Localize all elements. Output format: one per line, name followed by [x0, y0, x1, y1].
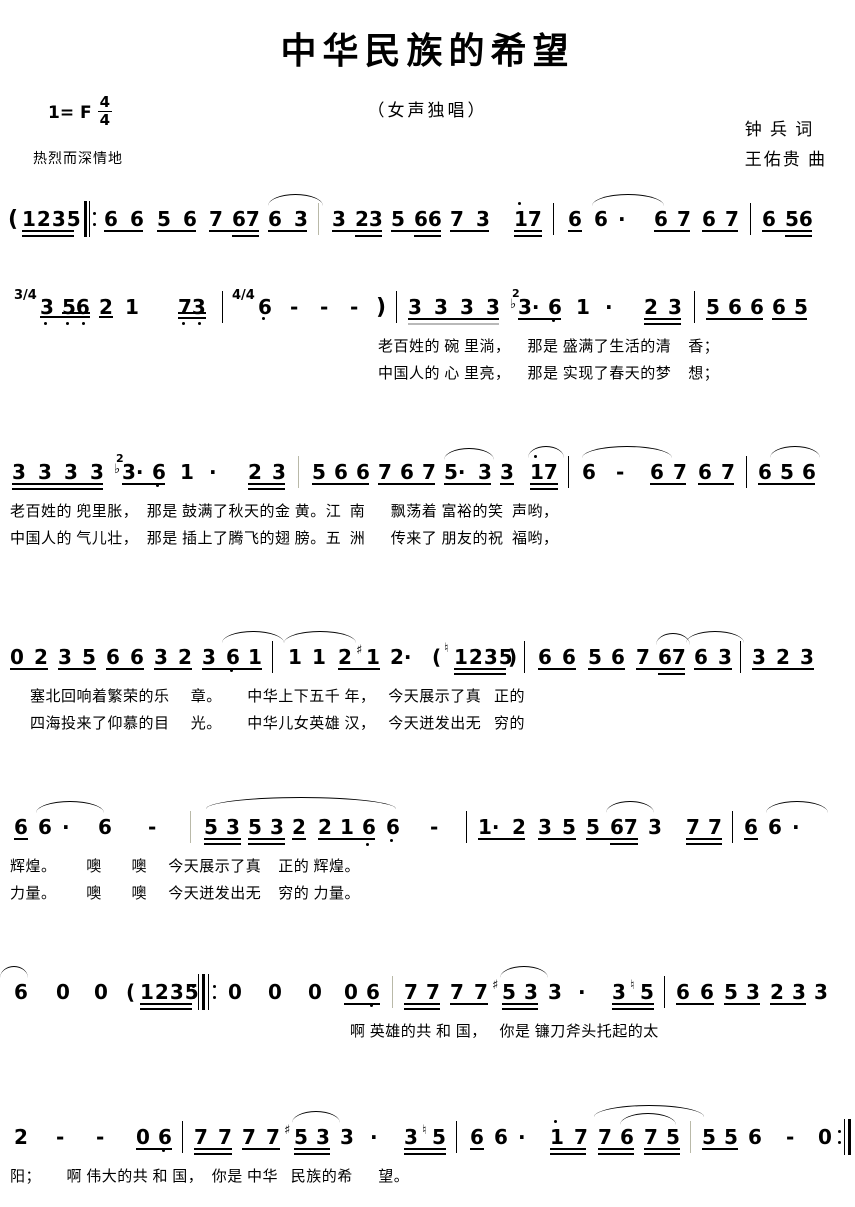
note-row-7: 2 - - 0 6 7 7 7 7 ♯ 5 3 3 · 3 ♮ 5 6 6 · … [0, 1105, 855, 1163]
barline [664, 976, 666, 1008]
note-row-5: 6 6 · 6 - 5 3 5 3 2 2 1 6 6 - 1· 2 3 5 5 [0, 797, 855, 853]
music-system-5: 6 6 · 6 - 5 3 5 3 2 2 1 6 6 - 1· 2 3 5 5 [0, 797, 855, 907]
lyric-row-4b: 四海投来了仰慕的目 光。 中华儿女英雄 汉， 今天迸发出无 穷的 [30, 716, 526, 732]
lyric-row-3a: 老百姓的 兜里胀， 那是 鼓满了秋天的金 黄。江 南 飘荡着 富裕的笑 声哟， [10, 504, 559, 520]
barline [694, 291, 696, 323]
key-label: 1= F [48, 102, 92, 123]
barline [190, 811, 192, 843]
barline [222, 291, 224, 323]
barline [466, 811, 468, 843]
music-system-6: 6 0 0 ( 1235 0 0 0 0 6 7 7 7 7 ♯ 5 3 3 ·… [0, 966, 855, 1045]
barline [456, 1121, 458, 1153]
barline [182, 1121, 184, 1153]
note-row-2: 3/4 3 56 2 1 73 4/4 6 - - - ) 3 3 3 3 2 … [0, 283, 855, 333]
subtitle: （女声独唱） [367, 101, 488, 120]
time-signature-denominator: 4 [99, 111, 111, 129]
lyric-row-3b: 中国人的 气儿壮， 那是 插上了腾飞的翅 膀。五 洲 传来了 朋友的祝 福哟， [10, 531, 559, 547]
music-system-3: 3 3 3 3 2 ♭ 3· 6 1 · 2 3 5 6 6 7 6 7 5· … [0, 446, 855, 552]
barline [318, 203, 320, 235]
lyric-row-5b: 力量。 噢 噢 今天迸发出无 穷的 力量。 [10, 886, 361, 902]
note-row-6: 6 0 0 ( 1235 0 0 0 0 6 7 7 7 7 ♯ 5 3 3 ·… [0, 966, 855, 1018]
music-system-4: 0 2 3 5 6 6 3 2 3 6 1 1 1 2 ♯ 1 2· ( ♮ 1… [0, 631, 855, 737]
page-title: 中华民族的希望 [280, 30, 575, 72]
barline [396, 291, 398, 323]
barline [746, 456, 748, 488]
time-signature-4-4: 4/4 [232, 288, 255, 303]
composer-credit: 王佑贵 曲 [744, 150, 827, 169]
barline [690, 1121, 692, 1153]
barline [750, 203, 752, 235]
music-system-7: 2 - - 0 6 7 7 7 7 ♯ 5 3 3 · 3 ♮ 5 6 6 · … [0, 1105, 855, 1190]
lyric-row-4a: 塞北回响着繁荣的乐 章。 中华上下五千 年， 今天展示了真 正的 [30, 689, 526, 705]
time-signature: 4 4 [97, 93, 113, 129]
lyric-row-7a: 阳； 啊 伟大的共 和 国， 你是 中华 民族的希 望。 [10, 1169, 410, 1185]
time-signature-3-4: 3/4 [14, 288, 37, 303]
note-row-4: 0 2 3 5 6 6 3 2 3 6 1 1 1 2 ♯ 1 2· ( ♮ 1… [0, 631, 855, 683]
note-row-3: 3 3 3 3 2 ♭ 3· 6 1 · 2 3 5 6 6 7 6 7 5· … [0, 446, 855, 498]
key-signature: 1= F 4 4 [48, 93, 113, 129]
sheet-music-page: { "header": { "title": "中华民族的希望", "subti… [0, 0, 855, 1207]
lyricist-credit: 钟 兵 词 [744, 120, 815, 139]
music-system-1: ( 1235 6 6 5 6 7 67 6 3 3 23 5 66 7 3 17… [0, 194, 855, 245]
barline [740, 641, 742, 673]
barline [732, 811, 734, 843]
barline [553, 203, 555, 235]
barline [298, 456, 300, 488]
lyric-row-2a: 老百姓的 碗 里淌， 那是 盛满了生活的清 香； [378, 339, 720, 355]
time-signature-numerator: 4 [97, 93, 113, 112]
tempo-marking: 热烈而深情地 [33, 152, 123, 167]
barline [568, 456, 570, 488]
lyric-row-2b: 中国人的 心 里亮， 那是 实现了春天的梦 想； [378, 366, 720, 382]
credits: 钟 兵 词 王佑贵 曲 [745, 115, 827, 175]
lyric-row-6a: 啊 英雄的共 和 国， 你是 镰刀斧头托起的太 [350, 1024, 659, 1040]
barline [272, 641, 274, 673]
note-row-1: ( 1235 6 6 5 6 7 67 6 3 3 23 5 66 7 3 17… [0, 194, 855, 245]
barline [392, 976, 394, 1008]
lyric-row-5a: 辉煌。 噢 噢 今天展示了真 正的 辉煌。 [10, 859, 361, 875]
barline [524, 641, 526, 673]
music-system-2: 3/4 3 56 2 1 73 4/4 6 - - - ) 3 3 3 3 2 … [0, 283, 855, 387]
